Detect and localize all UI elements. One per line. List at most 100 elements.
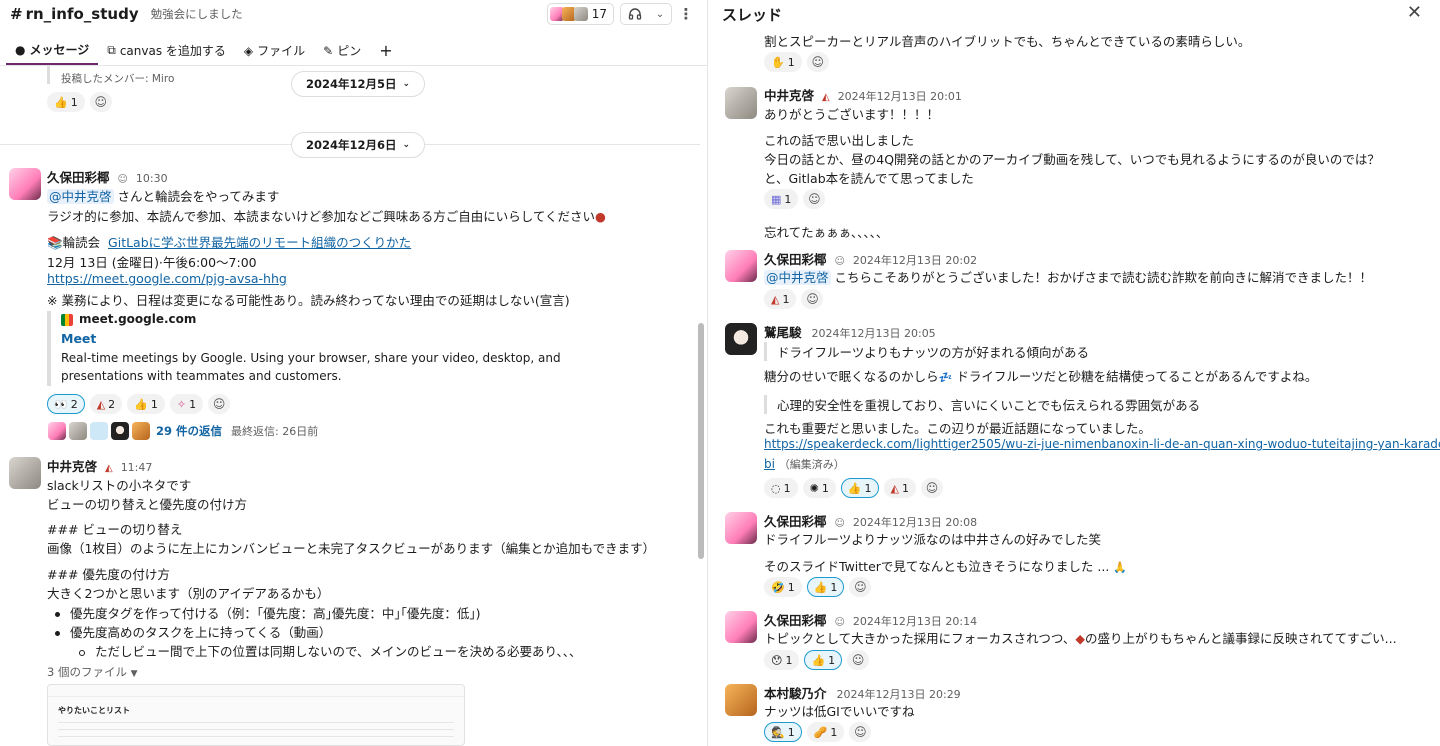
add-emoji-icon: ☺ <box>212 397 226 411</box>
thread-reply-count[interactable]: 29 件の返信 <box>156 423 222 439</box>
timestamp[interactable]: 2024年12月13日 20:29 <box>837 688 961 701</box>
username[interactable]: 久保田彩椰 <box>764 613 827 628</box>
avatar[interactable] <box>725 250 757 282</box>
reaction-peanut[interactable]: 🥜 1 <box>806 722 845 742</box>
reaction-custom[interactable]: ◭ 2 <box>89 394 123 414</box>
files-count: 3 個のファイル <box>47 665 127 679</box>
add-emoji-icon: ☺ <box>925 481 939 495</box>
add-reaction-button[interactable]: ☺ <box>801 289 824 309</box>
detective-icon: 🕵 <box>771 725 785 739</box>
speakerdeck-link-cont[interactable]: bi <box>764 457 775 471</box>
channel-topic[interactable]: 勉強会にしました <box>151 6 243 22</box>
avatar[interactable] <box>9 457 41 489</box>
reaction-laughing[interactable]: 🤣 1 <box>764 577 802 597</box>
reaction-eyes[interactable]: 👀 2 <box>47 394 85 414</box>
username[interactable]: 久保田彩椰 <box>764 252 827 267</box>
list-item-text: 優先度タグを作って付ける（例：｢優先度：高｣優先度：中｣｢優先度：低｣) <box>70 606 481 621</box>
avatar[interactable] <box>725 684 757 716</box>
huddle-button[interactable]: ⌄ <box>620 3 672 25</box>
date-divider-button[interactable]: 2024年12月5日 ⌄ <box>291 71 426 97</box>
quote-text: ドライフルーツよりもナッツの方が好まれる傾向がある <box>777 345 1090 360</box>
add-reaction-button[interactable]: ☺ <box>208 394 231 414</box>
reply-avatar <box>132 422 150 440</box>
user-mention[interactable]: @中井克啓 <box>764 270 831 285</box>
username[interactable]: 久保田彩椰 <box>764 514 827 529</box>
user-mention[interactable]: @中井克啓 <box>47 189 114 204</box>
timestamp[interactable]: 2024年12月13日 20:05 <box>812 327 936 340</box>
add-tab-button[interactable]: + <box>370 36 401 65</box>
username[interactable]: 中井克啓 <box>47 459 97 474</box>
thumbnail-row <box>58 722 454 723</box>
timestamp[interactable]: 2024年12月13日 20:08 <box>853 516 977 529</box>
username[interactable]: 鷲尾駿 <box>764 325 802 340</box>
add-reaction-button[interactable]: ☺ <box>849 577 872 597</box>
message-header: 久保田彩椰 ☺ 2024年12月13日 20:08 <box>764 511 977 530</box>
timestamp[interactable]: 2024年12月13日 20:02 <box>853 254 977 267</box>
avatar[interactable] <box>725 87 757 119</box>
reaction-thumbs-up[interactable]: 👍 1 <box>47 92 85 112</box>
reaction-custom[interactable]: ✺ 1 <box>802 478 836 498</box>
reaction-custom[interactable]: ◭ 1 <box>883 478 916 498</box>
meet-link[interactable]: https://meet.google.com/pjg-avsa-hhg <box>47 271 287 286</box>
add-reaction-button[interactable]: ☺ <box>849 722 872 742</box>
add-reaction-button[interactable]: ☺ <box>847 650 870 670</box>
reaction-thumbs-up[interactable]: 👍 1 <box>840 478 879 498</box>
files-toggle[interactable]: 3 個のファイル ▼ <box>47 664 138 680</box>
more-options-icon[interactable]: ⋮ <box>678 5 694 23</box>
timestamp[interactable]: 2024年12月13日 20:01 <box>838 90 962 103</box>
reaction-custom[interactable]: ◌ 1 <box>764 478 798 498</box>
pin-icon: ✎ <box>323 43 334 58</box>
add-reaction-button[interactable]: ☺ <box>921 478 943 498</box>
add-emoji-icon: ☺ <box>854 725 867 739</box>
status-icon: ☺ <box>834 617 845 628</box>
message-line: @中井克啓 こちらこそありがとうございました！おかげさまで読む読む詐欺を前向きに… <box>764 267 1372 286</box>
username[interactable]: 久保田彩椰 <box>47 170 110 185</box>
close-icon[interactable]: ✕ <box>1407 2 1422 23</box>
channel-name-button[interactable]: # rn_info_study <box>10 5 139 23</box>
link-preview-title[interactable]: Meet <box>61 331 96 346</box>
timestamp[interactable]: 11:47 <box>121 461 153 474</box>
tab-add-canvas[interactable]: ⧉ canvas を追加する <box>98 36 235 65</box>
thumbnail-row <box>58 736 454 737</box>
scrollbar[interactable] <box>698 323 704 559</box>
reactions: 😯 1 👍 1 ☺ <box>764 650 870 670</box>
add-reaction-button[interactable]: ☺ <box>803 189 826 209</box>
add-reaction-button[interactable]: ☺ <box>89 92 112 112</box>
reaction-thumbs-up[interactable]: 👍 1 <box>804 650 843 670</box>
timestamp[interactable]: 2024年12月13日 20:14 <box>853 615 977 628</box>
timestamp[interactable]: 10:30 <box>136 172 168 185</box>
members-button[interactable]: 17 <box>546 3 614 25</box>
reaction-count: 1 <box>828 653 836 667</box>
tab-pins[interactable]: ✎ ピン <box>314 36 370 65</box>
message-text: こちらこそありがとうございました！おかげさまで読む読む詐欺を前向きに解消できまし… <box>830 270 1372 285</box>
avatar[interactable] <box>9 168 41 200</box>
reaction-custom[interactable]: ▦ 1 <box>764 189 799 209</box>
date-divider-button[interactable]: 2024年12月6日 ⌄ <box>291 132 426 158</box>
reaction-custom[interactable]: ✧ 1 <box>169 394 204 414</box>
username[interactable]: 中井克啓 <box>764 88 814 103</box>
tab-messages[interactable]: ● メッセージ <box>6 36 99 65</box>
avatar[interactable] <box>725 512 757 544</box>
reaction-count: 1 <box>830 725 838 739</box>
reaction-thumbs-up[interactable]: 👍 1 <box>806 577 845 597</box>
add-reaction-button[interactable]: ☺ <box>806 52 829 72</box>
reaction-custom[interactable]: 🕵 1 <box>764 722 802 742</box>
file-thumbnail[interactable]: やりたいことリスト <box>47 684 465 746</box>
avatar[interactable] <box>725 611 757 643</box>
avatar[interactable] <box>725 323 757 355</box>
reaction-surprised[interactable]: 😯 1 <box>764 650 800 670</box>
username[interactable]: 本村駿乃介 <box>764 686 827 701</box>
thread-replies-bar[interactable]: 29 件の返信 最終返信: 26日前 <box>48 422 318 440</box>
reaction-thumbs-up[interactable]: 👍 1 <box>127 394 165 414</box>
book-link[interactable]: GitLabに学ぶ世界最先端のリモート組織のつくりかた <box>108 235 411 250</box>
add-emoji-icon: ☺ <box>94 95 107 109</box>
status-icon: ◭ <box>822 92 830 103</box>
message-text: ありがとうございます！！！！ <box>764 107 940 122</box>
tab-files[interactable]: ◈ ファイル <box>235 36 314 65</box>
status-icon: ◭ <box>105 463 113 474</box>
tab-label: メッセージ <box>29 43 90 57</box>
reaction-custom[interactable]: ✋ 1 <box>764 52 802 72</box>
reaction-custom[interactable]: ◭ 1 <box>764 289 797 309</box>
reactions: ◌ 1 ✺ 1 👍 1 ◭ 1 ☺ <box>764 478 943 498</box>
speakerdeck-link[interactable]: https://speakerdeck.com/lighttiger2505/w… <box>764 437 1440 451</box>
